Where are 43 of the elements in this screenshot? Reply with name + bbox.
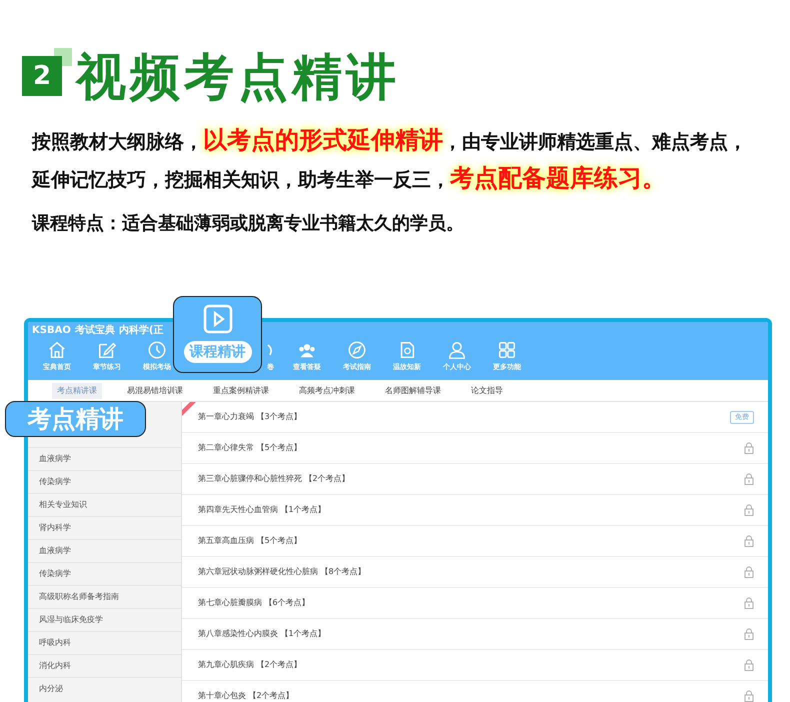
- section-title: 视频考点精讲: [76, 52, 400, 102]
- course-tab[interactable]: 重点案例精讲课: [208, 382, 274, 398]
- sidebar-item[interactable]: 内分泌: [28, 677, 181, 700]
- chapter-title[interactable]: 第八章感染性心内膜炎 【1个考点】: [198, 628, 326, 640]
- chapter-title[interactable]: 第三章心脏骤停和心脏性猝死 【2个考点】: [198, 473, 350, 485]
- user-icon[interactable]: [447, 340, 467, 360]
- section-callout: 考点精讲: [5, 401, 146, 437]
- brand-name: 考试宝典: [74, 323, 115, 338]
- sidebar-item[interactable]: 血液病学: [28, 447, 181, 470]
- course-tab[interactable]: 高频考点冲刺课: [294, 382, 360, 398]
- sidebar-item[interactable]: 血液病学: [28, 539, 181, 562]
- chapter-title[interactable]: 第六章冠状动脉粥样硬化性心脏病 【8个考点】: [198, 566, 366, 578]
- course-tab[interactable]: 论文指导: [466, 382, 508, 398]
- subject-title: 内科学(正: [118, 324, 164, 338]
- course-tab[interactable]: 易混易错培训课: [122, 382, 188, 398]
- callout-label: 课程精讲: [184, 341, 252, 363]
- chapter-title[interactable]: 第一章心力衰竭 【3个考点】: [198, 411, 302, 423]
- video-play-icon: [202, 303, 234, 335]
- clock-icon[interactable]: [147, 340, 167, 360]
- edit-icon[interactable]: [97, 340, 117, 360]
- sidebar-item[interactable]: 相关专业知识: [28, 493, 181, 516]
- sidebar-item[interactable]: 肾内科学: [28, 516, 181, 539]
- sidebar-item[interactable]: 传染病学: [28, 562, 181, 585]
- intro-paragraph: 按照教材大纲脉络，以考点的形式延伸精讲，由专业讲师精选重点、难点考点，延伸记忆技巧，挖掘相关知识，助考生举一反三，考点配备题库练习。: [30, 125, 748, 194]
- sidebar-item[interactable]: 传染病学: [28, 470, 181, 493]
- section-number: 2: [22, 56, 62, 96]
- sidebar-item[interactable]: 消化内科: [28, 654, 181, 677]
- home-icon[interactable]: [47, 340, 67, 360]
- chapter-title[interactable]: 第十章心包炎 【2个考点】: [198, 690, 294, 702]
- sidebar-item[interactable]: 呼吸内科: [28, 631, 181, 654]
- sidebar-item[interactable]: 高级职称名师备考指南: [28, 585, 181, 608]
- chapter-title[interactable]: 第四章先天性心血管病 【1个考点】: [198, 504, 326, 516]
- grid-icon[interactable]: [497, 340, 517, 360]
- chapter-title[interactable]: 第五章高血压病 【5个考点】: [198, 535, 302, 547]
- chapter-title[interactable]: 第二章心律失常 【5个考点】: [198, 442, 302, 454]
- course-feature: 课程特点：适合基础薄弱或脱离专业书籍太久的学员。: [30, 212, 465, 236]
- chapter-title[interactable]: 第九章心肌疾病 【2个考点】: [198, 659, 302, 671]
- chapter-title[interactable]: 第七章心脏瓣膜病 【6个考点】: [198, 597, 310, 609]
- icon-fragment[interactable]: [267, 343, 274, 357]
- sidebar-item[interactable]: 风湿与临床免疫学: [28, 608, 181, 631]
- logo: KSBAO: [32, 324, 71, 338]
- course-tab[interactable]: 名师图解辅导课: [380, 382, 446, 398]
- compass-icon[interactable]: [347, 340, 367, 360]
